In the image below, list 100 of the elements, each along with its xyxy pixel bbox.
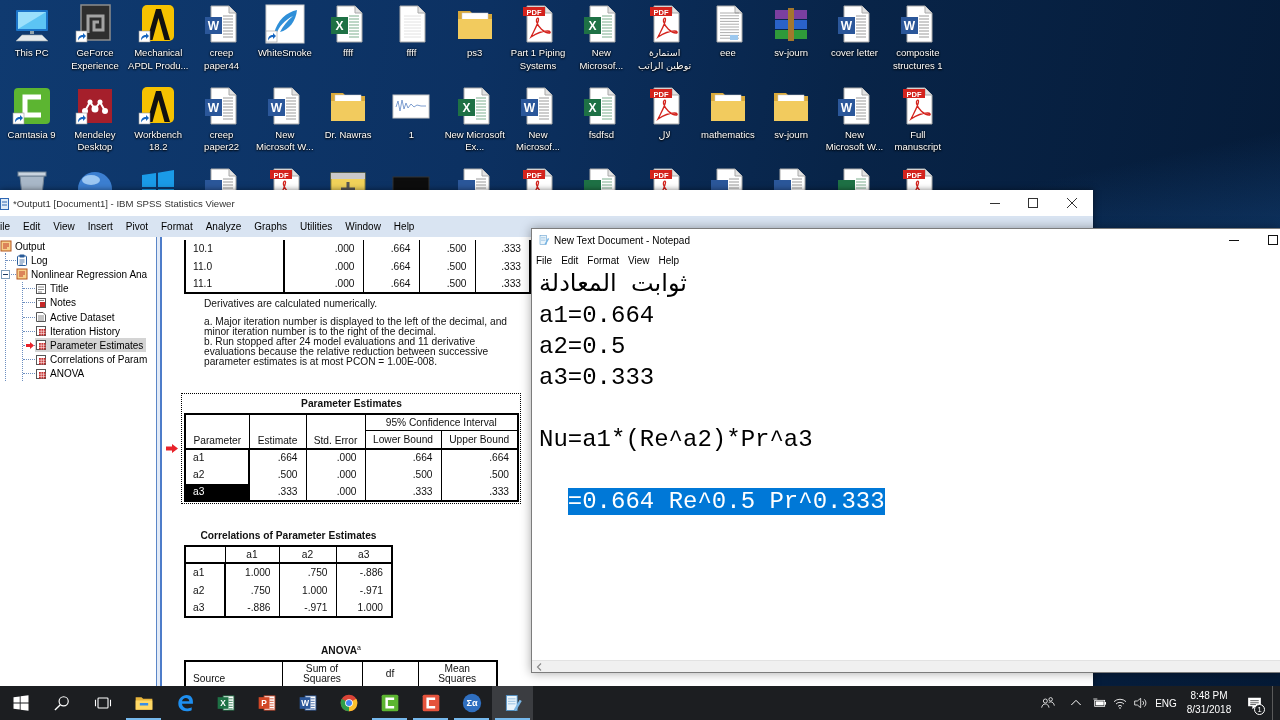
table-title: Parameter Estimates bbox=[300, 396, 403, 411]
icon-label[interactable]: New Microsoft Ex... bbox=[444, 128, 506, 154]
taskbar-button[interactable]: W bbox=[287, 686, 328, 720]
icon-label[interactable]: ps3 bbox=[444, 47, 506, 60]
menu-item[interactable]: Help bbox=[658, 254, 680, 266]
icon-label[interactable]: New Microsof... bbox=[507, 128, 569, 154]
table-cell: -.886 bbox=[225, 599, 279, 617]
icon-label[interactable]: Mechanical APDL Produ... bbox=[127, 47, 189, 72]
table-cell: .333 bbox=[441, 483, 518, 501]
icon-label[interactable]: Full manuscript bbox=[887, 128, 949, 154]
menu-item[interactable]: View bbox=[53, 221, 75, 232]
text-line: a2=0.5 bbox=[539, 333, 626, 360]
menu-item[interactable]: Edit bbox=[23, 221, 41, 232]
row-header: a3 bbox=[185, 599, 225, 617]
tree-item[interactable]: Title bbox=[35, 281, 69, 296]
icon-label[interactable]: Part 1 Piping Systems bbox=[507, 47, 569, 72]
tree-item[interactable]: Log bbox=[16, 253, 48, 268]
tree-item[interactable]: Nonlinear Regression Ana bbox=[16, 267, 148, 282]
icon-label[interactable]: ffff bbox=[317, 47, 379, 60]
speaker-icon[interactable] bbox=[1132, 695, 1148, 711]
round-logo-icon[interactable] bbox=[338, 693, 359, 713]
collapse-icon[interactable] bbox=[1, 269, 10, 279]
icon-label[interactable]: creep paper22 bbox=[191, 128, 253, 154]
bracket-tile-icon[interactable] bbox=[420, 693, 441, 713]
menu-item[interactable]: Window bbox=[345, 221, 381, 232]
menu-item[interactable]: Pivot bbox=[125, 221, 148, 232]
menu-item[interactable]: Insert bbox=[87, 221, 113, 232]
row-header[interactable]: a1 bbox=[185, 448, 249, 466]
page-icon bbox=[35, 311, 47, 324]
tree-item[interactable]: Correlations of Param bbox=[35, 352, 148, 367]
menu-item[interactable]: Edit bbox=[561, 254, 579, 266]
horizontal-scrollbar[interactable] bbox=[532, 660, 1280, 672]
tree-item[interactable]: ANOVA bbox=[35, 366, 85, 381]
icon-label[interactable]: composite structures 1 bbox=[887, 47, 949, 72]
icon-label[interactable]: لال bbox=[634, 128, 696, 141]
maximize-icon[interactable] bbox=[1268, 235, 1278, 245]
bracket-tile-icon[interactable] bbox=[379, 693, 400, 713]
icon-label[interactable]: استمارة توطين الراتب bbox=[634, 47, 696, 72]
text-line: a1=0.664 bbox=[539, 302, 655, 329]
menu-item[interactable]: ile bbox=[0, 221, 10, 232]
taskbar-button[interactable]: Σα bbox=[451, 686, 492, 720]
icon-label[interactable]: cover letter bbox=[824, 47, 885, 60]
table-cell: 1.000 bbox=[336, 599, 392, 617]
feather-icon[interactable] bbox=[264, 4, 305, 44]
tree-item[interactable]: Active Dataset bbox=[35, 310, 115, 325]
sphere-icon[interactable]: Σα bbox=[461, 693, 482, 713]
tree-item[interactable]: Parameter Estimates bbox=[35, 338, 147, 353]
table-cell: .000 bbox=[306, 483, 365, 501]
table-cell: .000 bbox=[284, 257, 363, 275]
menu-item[interactable]: Utilities bbox=[300, 221, 333, 232]
language-indicator[interactable]: ENG bbox=[1150, 697, 1182, 709]
table-cell: .500 bbox=[419, 240, 475, 258]
menu-item[interactable]: Help bbox=[393, 221, 415, 232]
close-icon[interactable] bbox=[1067, 198, 1077, 208]
taskbar-button[interactable]: X bbox=[205, 686, 246, 720]
icon-label[interactable]: eee bbox=[697, 47, 759, 60]
icon-label[interactable]: sv-journ bbox=[760, 128, 822, 141]
icon-label[interactable]: New Microsof... bbox=[570, 47, 632, 72]
icon-label[interactable]: GeForce Experience bbox=[64, 47, 126, 72]
table-cell: .000 bbox=[284, 240, 363, 258]
icon-label[interactable]: mathematics bbox=[697, 128, 759, 141]
menu-item[interactable]: Format bbox=[161, 221, 193, 232]
menu-item[interactable]: File bbox=[536, 254, 553, 266]
icon-label[interactable]: WhiteSmoke bbox=[254, 47, 316, 60]
icon-label[interactable]: This PC bbox=[1, 47, 63, 60]
maximize-icon[interactable] bbox=[1028, 198, 1038, 208]
icon-label[interactable]: sv-journ bbox=[760, 47, 822, 60]
icon-label[interactable]: ffff bbox=[380, 47, 442, 60]
icon-label[interactable]: Mendeley Desktop bbox=[64, 128, 126, 154]
taskbar-button[interactable]: P bbox=[246, 686, 287, 720]
table-cell: -.971 bbox=[336, 581, 392, 599]
menu-item[interactable]: Graphs bbox=[254, 221, 288, 232]
tree-item[interactable]: Iteration History bbox=[35, 324, 121, 339]
clock-time[interactable]: 8:48 PM bbox=[1190, 689, 1228, 703]
icon-label[interactable]: creep paper44 bbox=[191, 47, 253, 72]
taskbar-button[interactable] bbox=[492, 686, 533, 720]
tree-item[interactable]: Notes bbox=[35, 295, 77, 310]
people-icon[interactable] bbox=[1040, 695, 1056, 711]
menu-item[interactable]: View bbox=[628, 254, 650, 266]
bracket-tile-icon[interactable] bbox=[11, 85, 52, 126]
menu-item[interactable]: Format bbox=[587, 254, 620, 266]
menu-item[interactable]: Analyze bbox=[205, 221, 242, 232]
icon-label[interactable]: Workbench 18.2 bbox=[127, 128, 189, 154]
table-cell: .664 bbox=[363, 240, 419, 258]
row-header[interactable]: a3 bbox=[185, 483, 249, 501]
tree-item[interactable]: Output bbox=[0, 239, 46, 254]
icon-label[interactable]: 1 bbox=[380, 128, 442, 141]
clock-date[interactable]: 8/31/2018 bbox=[1186, 703, 1232, 717]
icon-label[interactable]: New Microsoft W... bbox=[824, 128, 885, 154]
table-cell: .333 bbox=[475, 257, 530, 275]
table-cell: .333 bbox=[475, 240, 530, 258]
footnote: a. Major iteration number is displayed to the left of the decimal, and minor iteration number is to the right of the decimal. bbox=[204, 316, 508, 337]
selected-text: =0.664 Re^0.5 Pr^0.333 bbox=[567, 488, 885, 515]
notepad-icon bbox=[538, 234, 550, 246]
page-icon bbox=[35, 282, 47, 295]
icon-label[interactable]: fsdfsd bbox=[570, 128, 632, 141]
table-note: Derivatives are calculated numerically. bbox=[204, 298, 378, 309]
icon-label[interactable]: New Microsoft W... bbox=[254, 128, 316, 154]
icon-label[interactable]: Dr. Nawras bbox=[317, 128, 379, 141]
icon-label[interactable]: Camtasia 9 bbox=[1, 128, 63, 141]
